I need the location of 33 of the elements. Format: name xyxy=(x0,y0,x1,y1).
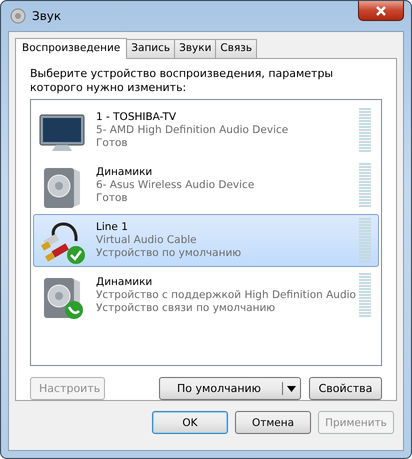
level-meter-icon xyxy=(359,272,371,318)
close-button[interactable] xyxy=(358,1,404,21)
split-button[interactable]: По умолчанию xyxy=(159,377,301,400)
device-item[interactable]: 1 - TOSHIBA-TV 5- AMD High Definition Audio Device Готов xyxy=(33,104,379,157)
tab[interactable]: Запись xyxy=(126,39,176,58)
tab[interactable]: Звуки xyxy=(174,39,216,58)
device-status: Устройство связи по умолчанию xyxy=(96,302,276,315)
tab[interactable]: Воспроизведение xyxy=(15,38,128,59)
device-name: 1 - TOSHIBA-TV xyxy=(96,111,178,124)
device-status: Готов xyxy=(96,192,129,205)
tab[interactable]: Связь xyxy=(215,39,258,58)
device-name: Динамики xyxy=(96,276,154,289)
caret-icon xyxy=(287,386,296,392)
instruction-text: Выберите устройство воспроизведения, параметры которого нужно изменить: xyxy=(30,67,334,95)
level-meter-icon xyxy=(359,108,371,154)
device-driver: Virtual Audio Cable xyxy=(96,234,198,247)
close-icon xyxy=(375,6,387,16)
level-meter-icon xyxy=(359,162,371,208)
dialog-button[interactable]: OK xyxy=(152,411,228,434)
device-status: Устройство по умолчанию xyxy=(96,247,242,260)
device-status: Готов xyxy=(96,137,129,150)
window-title: Звук xyxy=(32,9,62,23)
device-name: Line 1 xyxy=(96,221,129,234)
device-name: Динамики xyxy=(96,166,154,179)
dialog-button[interactable]: Отмена xyxy=(235,411,311,434)
device-driver: 6- Asus Wireless Audio Device xyxy=(96,179,256,192)
device-driver: 5- AMD High Definition Audio Device xyxy=(96,124,290,137)
device-driver: Устройство с поддержкой High Definition Audio xyxy=(96,289,357,302)
level-meter-icon xyxy=(359,218,371,264)
device-item[interactable]: Line 1 Virtual Audio Cable Устройство по умолчанию xyxy=(33,214,379,267)
device-item[interactable]: Динамики 6- Asus Wireless Audio Device Готов xyxy=(33,159,379,212)
device-item[interactable]: Динамики Устройство с поддержкой High Definition Audio Устройство связи по умолчанию xyxy=(33,269,379,322)
dialog-button[interactable]: Свойства xyxy=(309,377,382,400)
